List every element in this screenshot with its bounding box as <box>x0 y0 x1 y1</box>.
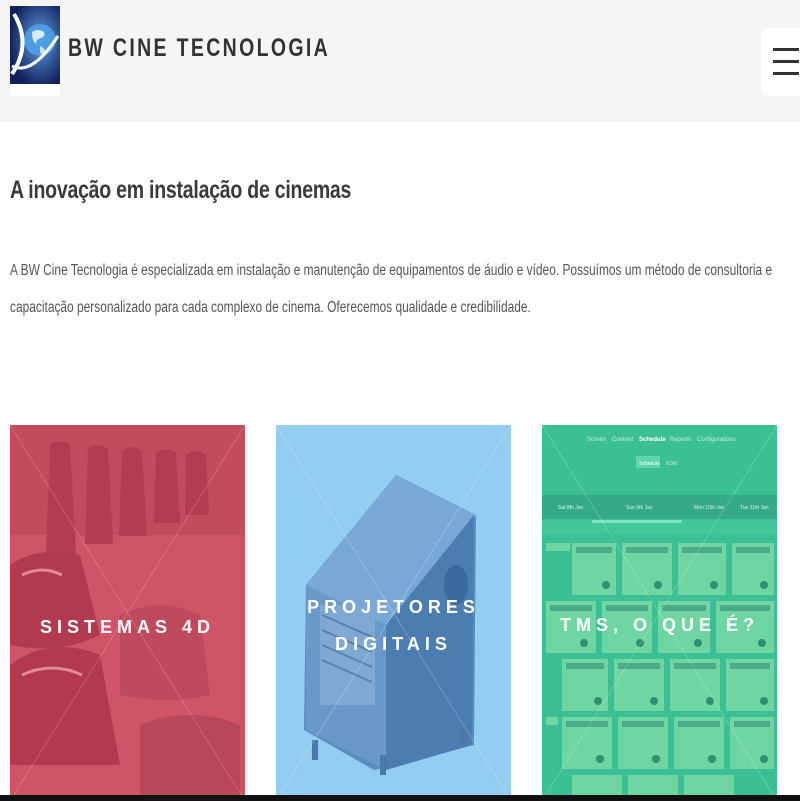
card-projetores-digitais[interactable]: PROJETORES DIGITAIS <box>276 425 511 801</box>
page-headline: A inovação em instalação de cinemas <box>10 176 352 204</box>
intro-paragraph: A BW Cine Tecnologia é especializada em … <box>10 252 780 326</box>
card-sistemas-4d[interactable]: SISTEMAS 4D <box>10 425 245 801</box>
site-header: BW CINE TECNOLOGIA <box>0 0 800 122</box>
globe-logo-icon[interactable] <box>10 6 60 96</box>
bottom-edge <box>0 795 800 801</box>
card-title: TMS, O QUE É? <box>559 615 759 635</box>
brand-title[interactable]: BW CINE TECNOLOGIA <box>68 34 330 63</box>
card-title: PROJETORES DIGITAIS <box>276 589 511 663</box>
intro-line-1: A BW Cine Tecnologia é especializada em … <box>10 262 773 279</box>
card-title-line-2: DIGITAIS <box>335 634 452 654</box>
hamburger-menu-icon[interactable] <box>761 28 800 96</box>
card-title: SISTEMAS 4D <box>39 617 216 637</box>
card-title-line-1: PROJETORES <box>307 597 480 617</box>
intro-line-2: capacitação personalizado para cada comp… <box>10 299 531 316</box>
card-tms[interactable]: Screen Content Schedule Reports Configur… <box>542 425 777 801</box>
